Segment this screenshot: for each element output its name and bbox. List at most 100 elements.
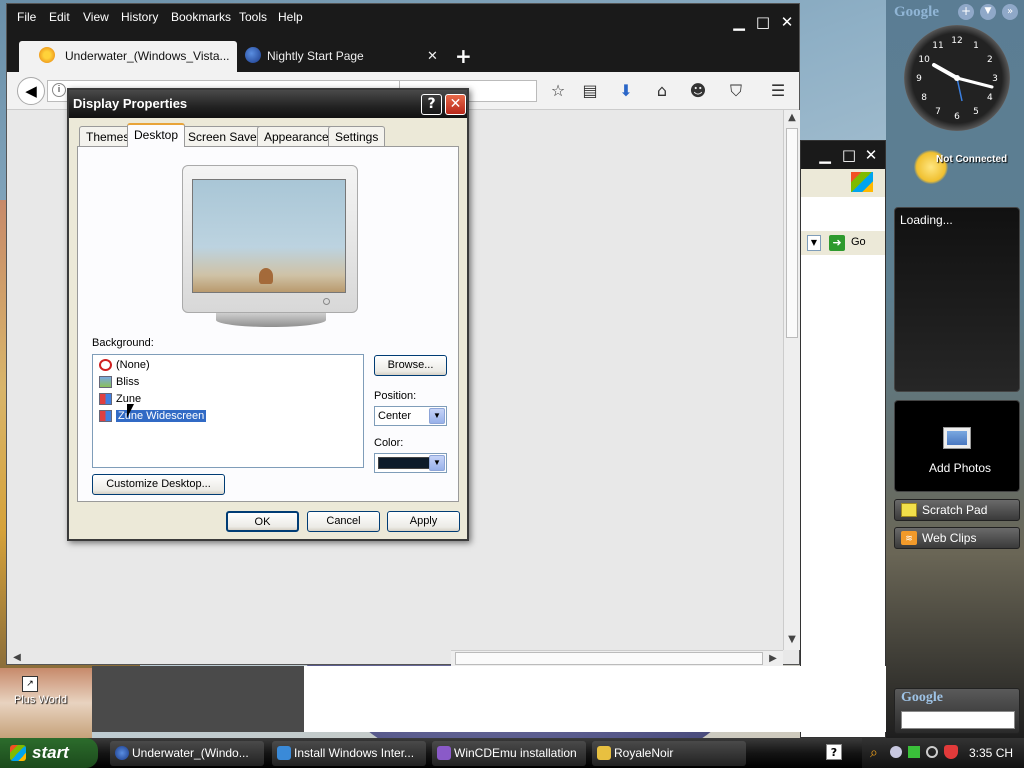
list-item[interactable]: (None) bbox=[99, 357, 150, 373]
menu-history[interactable]: History bbox=[121, 10, 158, 24]
firefox-icon bbox=[115, 746, 129, 760]
info-icon[interactable]: i bbox=[52, 83, 66, 97]
star-bookmark-icon[interactable]: ☆ bbox=[547, 80, 569, 102]
scratch-pad-gadget[interactable]: Scratch Pad bbox=[894, 499, 1020, 521]
desktop-icon-label[interactable]: Plus World bbox=[14, 694, 67, 706]
scroll-up-icon[interactable]: ▲ bbox=[784, 110, 800, 126]
color-swatch bbox=[378, 457, 432, 469]
menu-edit[interactable]: Edit bbox=[49, 10, 70, 24]
help-icon[interactable]: ? bbox=[826, 744, 842, 760]
task-firefox[interactable]: Underwater_(Windo... bbox=[110, 741, 264, 766]
position-select[interactable]: Center ▼ bbox=[374, 406, 447, 426]
go-arrow-icon[interactable]: ➜ bbox=[829, 235, 845, 251]
add-photos-label[interactable]: Add Photos bbox=[929, 461, 991, 475]
photos-gadget[interactable]: Add Photos bbox=[894, 400, 1020, 492]
scroll-down-icon[interactable]: ▼ bbox=[784, 632, 800, 648]
chevron-down-icon[interactable]: ▼ bbox=[429, 455, 445, 471]
notepad-icon bbox=[901, 503, 917, 517]
clock-time[interactable]: 3:35 CH bbox=[969, 746, 1013, 760]
monitor-preview bbox=[182, 165, 358, 313]
loading-gadget[interactable]: Loading... bbox=[894, 207, 1020, 392]
address-dropdown-icon[interactable]: ▼ bbox=[807, 235, 821, 251]
help-icon[interactable]: ? bbox=[421, 94, 442, 115]
menu-view[interactable]: View bbox=[83, 10, 109, 24]
list-item[interactable]: Zune bbox=[99, 391, 141, 407]
reading-list-icon[interactable]: ▤ bbox=[579, 80, 601, 102]
task-install-ie[interactable]: Install Windows Inter... bbox=[272, 741, 426, 766]
task-royalenoir[interactable]: RoyaleNoir bbox=[592, 741, 746, 766]
display-properties-dialog[interactable]: Display Properties ? ✕ Themes Desktop Sc… bbox=[67, 88, 469, 541]
shortcut-icon[interactable]: ↗ bbox=[22, 676, 38, 692]
task-wincdemu[interactable]: WinCDEmu installation bbox=[432, 741, 586, 766]
desktop-icon-area: ↗ Plus World bbox=[0, 668, 92, 738]
web-clips-gadget[interactable]: ≋ Web Clips bbox=[894, 527, 1020, 549]
new-tab-icon[interactable]: + bbox=[455, 44, 472, 68]
minimize-icon[interactable]: ▁ bbox=[815, 146, 835, 164]
tab-settings[interactable]: Settings bbox=[328, 126, 386, 146]
tab-nightly[interactable]: Nightly Start Page ✕ bbox=[239, 41, 443, 72]
horizontal-scrollbar[interactable]: ▶ bbox=[451, 650, 783, 666]
download-arrow-icon[interactable]: ⬇ bbox=[615, 80, 637, 102]
clock-numeral: 12 bbox=[951, 36, 962, 46]
list-item[interactable]: Bliss bbox=[99, 374, 139, 390]
tab-screen-saver[interactable]: Screen Saver bbox=[181, 126, 268, 146]
ie-toolbar bbox=[801, 169, 885, 197]
network-icon[interactable] bbox=[908, 746, 920, 758]
minimize-icon[interactable]: ▁ bbox=[729, 13, 749, 31]
desktop-tab-panel: Background: (None) Bliss Zune Zune Wides… bbox=[77, 146, 459, 502]
list-item[interactable]: Zune Widescreen bbox=[99, 408, 207, 424]
apply-button[interactable]: Apply bbox=[387, 511, 460, 532]
security-shield-icon[interactable] bbox=[944, 745, 958, 759]
menu-file[interactable]: File bbox=[17, 10, 36, 24]
clock-gadget[interactable]: 12 1 2 3 4 5 6 7 8 9 10 11 bbox=[904, 25, 1010, 131]
customize-desktop-button[interactable]: Customize Desktop... bbox=[92, 474, 225, 495]
color-picker[interactable]: ▼ bbox=[374, 453, 447, 473]
chat-smiley-icon[interactable]: ☻ bbox=[687, 80, 709, 102]
menu-down-icon[interactable]: ▼ bbox=[980, 4, 996, 20]
collapse-icon[interactable]: » bbox=[1002, 4, 1018, 20]
hscroll-thumb[interactable] bbox=[455, 652, 763, 665]
start-label: start bbox=[32, 743, 69, 762]
go-button-label[interactable]: Go bbox=[851, 236, 866, 248]
menu-bookmarks[interactable]: Bookmarks bbox=[171, 10, 231, 24]
loading-text: Loading... bbox=[900, 213, 953, 227]
tab-underwater[interactable]: Underwater_(Windows_Vista... bbox=[19, 41, 237, 72]
browse-button[interactable]: Browse... bbox=[374, 355, 447, 376]
dialog-title: Display Properties bbox=[73, 96, 188, 111]
scroll-left-icon[interactable]: ◀ bbox=[9, 650, 25, 666]
close-icon[interactable]: ✕ bbox=[777, 13, 797, 31]
weather-status: Not Connected bbox=[936, 154, 1008, 165]
close-tab-icon[interactable]: ✕ bbox=[427, 48, 438, 64]
back-arrow-icon[interactable]: ◀ bbox=[17, 77, 45, 105]
start-button[interactable]: start bbox=[0, 738, 98, 768]
position-value: Center bbox=[378, 410, 412, 422]
pocket-icon[interactable]: ⛉ bbox=[725, 80, 747, 102]
menu-tools[interactable]: Tools bbox=[239, 10, 267, 24]
nightly-globe-icon bbox=[245, 47, 261, 63]
google-logo: Google bbox=[894, 4, 939, 20]
search-icon[interactable]: ⌕ bbox=[870, 745, 878, 761]
minute-hand bbox=[955, 76, 994, 89]
chevron-down-icon[interactable]: ▼ bbox=[429, 408, 445, 424]
maximize-icon[interactable]: □ bbox=[839, 146, 859, 164]
dialog-titlebar: Display Properties ? ✕ bbox=[69, 90, 467, 118]
second-hand bbox=[956, 77, 963, 102]
close-icon[interactable]: ✕ bbox=[445, 94, 466, 115]
hamburger-menu-icon[interactable]: ☰ bbox=[767, 80, 789, 102]
google-search-input[interactable] bbox=[901, 711, 1015, 729]
scroll-thumb[interactable] bbox=[786, 128, 798, 338]
people-icon[interactable] bbox=[890, 746, 902, 758]
tab-appearance[interactable]: Appearance bbox=[257, 126, 336, 146]
ie-window[interactable]: ▁ □ ✕ ▼ ➜ Go bbox=[800, 140, 886, 738]
cancel-button[interactable]: Cancel bbox=[307, 511, 380, 532]
add-gadget-icon[interactable]: + bbox=[958, 4, 974, 20]
close-icon[interactable]: ✕ bbox=[861, 146, 881, 164]
tab-desktop[interactable]: Desktop bbox=[127, 123, 186, 147]
ok-button[interactable]: OK bbox=[226, 511, 299, 532]
vertical-scrollbar[interactable]: ▲ ▼ bbox=[783, 110, 800, 650]
maximize-icon[interactable]: □ bbox=[753, 13, 773, 31]
volume-icon[interactable] bbox=[926, 746, 938, 758]
home-icon[interactable]: ⌂ bbox=[651, 80, 673, 102]
scroll-right-icon[interactable]: ▶ bbox=[765, 651, 781, 667]
menu-help[interactable]: Help bbox=[278, 10, 303, 24]
